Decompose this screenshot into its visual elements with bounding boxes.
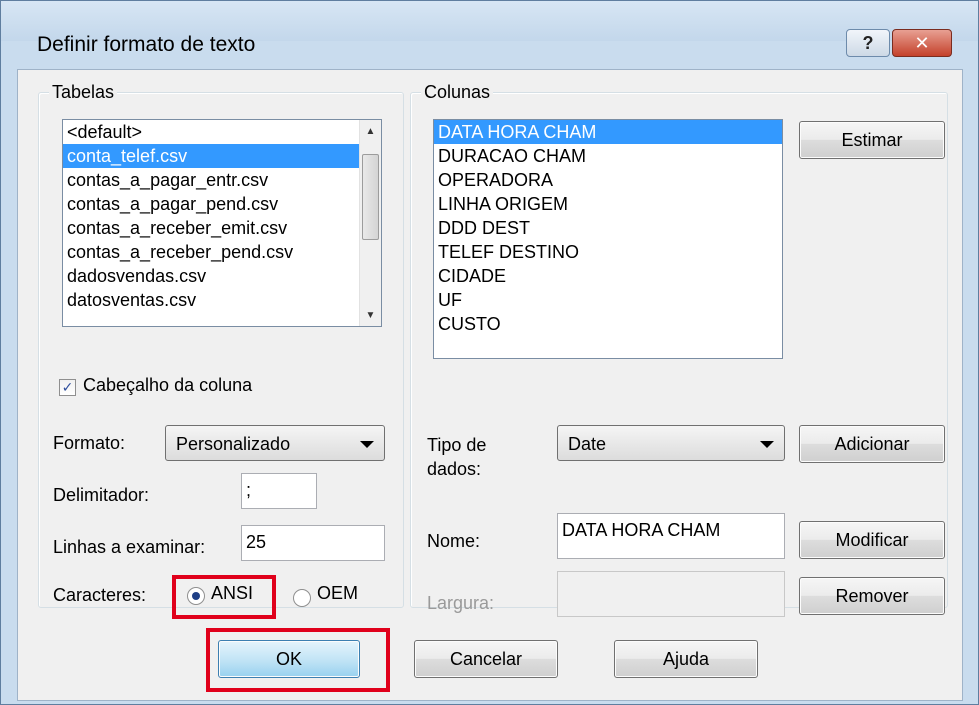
close-icon: ✕	[914, 32, 930, 53]
cancelar-button[interactable]: Cancelar	[414, 640, 558, 678]
colunas-listbox[interactable]: DATA HORA CHAM DURACAO CHAM OPERADORA LINHA…	[433, 119, 783, 359]
colunas-group: Colunas DATA HORA CHAM DURACAO CHAM OPERAD…	[410, 82, 948, 617]
modificar-button[interactable]: Modificar	[799, 521, 945, 559]
tabelas-list-item[interactable]: contas_a_receber_pend.csv	[63, 240, 381, 264]
colunas-list-item[interactable]: TELEF DESTINO	[434, 240, 782, 264]
tabelas-listbox[interactable]: <default> conta_telef.csv contas_a_pagar_e…	[62, 119, 382, 327]
dropdown-arrow-icon	[760, 441, 774, 448]
tabelas-scrollbar[interactable]: ▲ ▼	[359, 120, 381, 326]
scroll-thumb[interactable]	[362, 154, 379, 240]
delimitador-input[interactable]: ;	[241, 473, 317, 509]
nome-label: Nome:	[427, 531, 481, 551]
dropdown-arrow-icon	[360, 441, 374, 448]
colunas-list-item[interactable]: DDD DEST	[434, 216, 782, 240]
colunas-items: DATA HORA CHAM DURACAO CHAM OPERADORA LINHA…	[434, 120, 782, 336]
formato-value: Personalizado	[176, 434, 291, 454]
colunas-legend: Colunas	[421, 82, 494, 103]
tabelas-list-item[interactable]: contas_a_pagar_pend.csv	[63, 192, 381, 216]
colunas-list-item[interactable]: DATA HORA CHAM	[434, 120, 782, 144]
tipo-value: Date	[568, 434, 607, 454]
nome-input[interactable]: DATA HORA CHAM	[557, 513, 785, 559]
oem-radio[interactable]	[293, 589, 311, 607]
formato-dropdown[interactable]: Personalizado	[165, 425, 385, 461]
tipo-de-dados-label: Tipo de dados:	[427, 433, 486, 481]
scroll-down-icon[interactable]: ▼	[360, 304, 381, 326]
tabelas-legend: Tabelas	[49, 82, 118, 103]
largura-label: Largura:	[427, 593, 495, 613]
colunas-list-item[interactable]: CUSTO	[434, 312, 782, 336]
colunas-list-item[interactable]: UF	[434, 288, 782, 312]
dialog-title: Definir formato de texto	[37, 33, 256, 56]
cabecalho-label: Cabeçalho da coluna	[83, 375, 253, 395]
ok-highlight-box	[206, 628, 390, 692]
tabelas-list-item[interactable]: contas_a_pagar_entr.csv	[63, 168, 381, 192]
close-button[interactable]: ✕	[892, 29, 952, 57]
tabelas-list-item[interactable]: contas_a_receber_emit.csv	[63, 216, 381, 240]
cabecalho-checkbox[interactable]: ✓	[59, 379, 76, 396]
help-button[interactable]: ?	[846, 29, 890, 57]
tabelas-group: Tabelas <default> conta_telef.csv contas_a…	[38, 82, 404, 608]
check-icon: ✓	[61, 379, 74, 395]
tabelas-list-item[interactable]: conta_telef.csv	[63, 144, 381, 168]
title-bar[interactable]: Definir formato de texto ? ✕	[1, 1, 978, 57]
tipo-label-line2: dados:	[427, 459, 482, 479]
ajuda-button[interactable]: Ajuda	[614, 640, 758, 678]
oem-label: OEM	[317, 583, 359, 603]
tabelas-list-item[interactable]: datosventas.csv	[63, 288, 381, 312]
adicionar-button[interactable]: Adicionar	[799, 425, 945, 463]
linhas-label: Linhas a examinar:	[53, 537, 206, 557]
colunas-list-item[interactable]: LINHA ORIGEM	[434, 192, 782, 216]
dialog-window: Definir formato de texto ? ✕ Tabelas <de…	[0, 0, 979, 705]
tabelas-list-item[interactable]: <default>	[63, 120, 381, 144]
tabelas-list-item[interactable]: dadosvendas.csv	[63, 264, 381, 288]
linhas-input[interactable]: 25	[241, 525, 385, 561]
dialog-client-area: Tabelas <default> conta_telef.csv contas_a…	[17, 69, 963, 701]
colunas-list-item[interactable]: DURACAO CHAM	[434, 144, 782, 168]
colunas-list-item[interactable]: CIDADE	[434, 264, 782, 288]
largura-input	[557, 571, 785, 617]
colunas-list-item[interactable]: OPERADORA	[434, 168, 782, 192]
scroll-up-icon[interactable]: ▲	[360, 120, 381, 142]
remover-button[interactable]: Remover	[799, 577, 945, 615]
question-mark-icon: ?	[862, 32, 874, 53]
delimitador-label: Delimitador:	[53, 485, 150, 505]
ansi-highlight-box	[172, 575, 276, 619]
tabelas-items: <default> conta_telef.csv contas_a_pagar_e…	[63, 120, 381, 312]
tipo-label-line1: Tipo de	[427, 435, 487, 455]
tipo-dropdown[interactable]: Date	[557, 425, 785, 461]
caracteres-label: Caracteres:	[53, 585, 147, 605]
formato-label: Formato:	[53, 433, 126, 453]
estimar-button[interactable]: Estimar	[799, 121, 945, 159]
